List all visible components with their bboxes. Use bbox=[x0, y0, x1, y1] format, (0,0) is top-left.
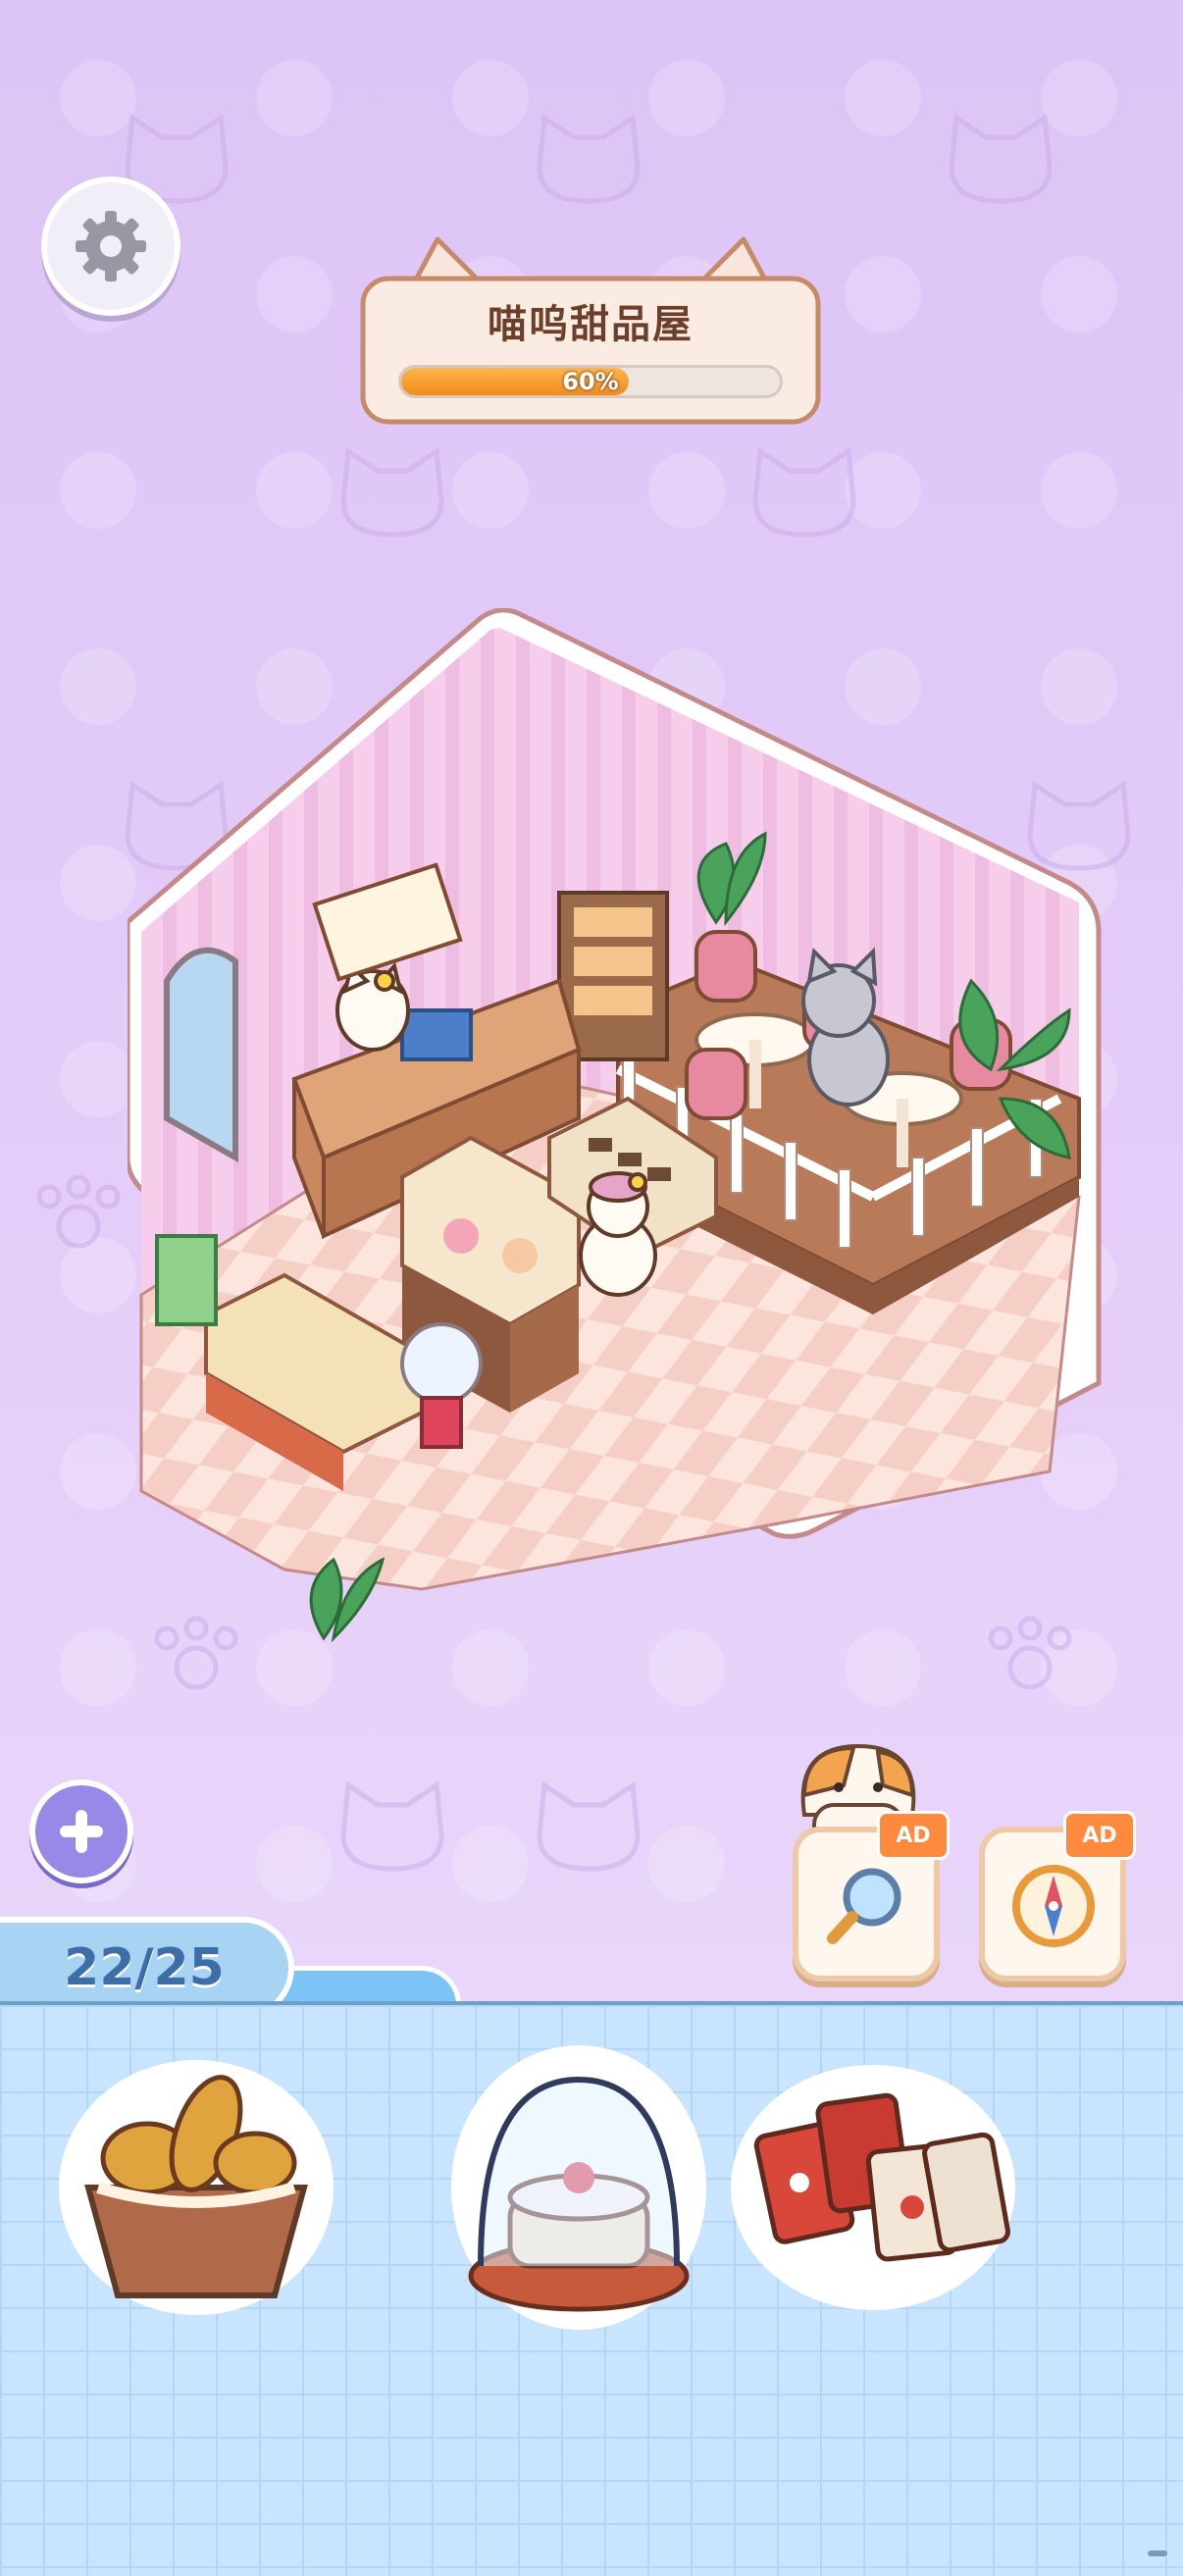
candy-bags-item[interactable] bbox=[726, 2040, 1020, 2335]
shop-title-card: 喵呜甜品屋 60% bbox=[359, 235, 822, 428]
cake-dome-item[interactable] bbox=[432, 2040, 726, 2335]
compass-icon bbox=[1012, 1865, 1095, 1947]
settings-button[interactable] bbox=[41, 177, 180, 316]
shop-name: 喵呜甜品屋 bbox=[488, 302, 694, 347]
dessert-shop-room[interactable] bbox=[128, 608, 1108, 1707]
inventory-count-text: 22/25 bbox=[64, 1938, 225, 1997]
gear-icon bbox=[76, 211, 146, 282]
compass-ad-button[interactable]: AD bbox=[979, 1811, 1136, 1982]
customer-cat bbox=[801, 947, 890, 1107]
cake-dome-icon bbox=[451, 2045, 706, 2330]
bread-basket-item[interactable] bbox=[49, 2040, 343, 2335]
ad-badge: AD bbox=[1063, 1811, 1136, 1860]
add-button[interactable] bbox=[29, 1779, 133, 1883]
shop-progress-bar: 60% bbox=[398, 365, 783, 398]
search-ad-button[interactable]: AD bbox=[793, 1811, 950, 1982]
ad-badge: AD bbox=[877, 1811, 950, 1860]
bread-basket-icon bbox=[59, 2060, 334, 2315]
magnifier-icon bbox=[827, 1868, 901, 1944]
candy-bags-icon bbox=[731, 2065, 1015, 2310]
plus-icon bbox=[60, 1810, 103, 1853]
home-indicator bbox=[1148, 2550, 1167, 2556]
shop-progress-label: 60% bbox=[562, 368, 619, 395]
